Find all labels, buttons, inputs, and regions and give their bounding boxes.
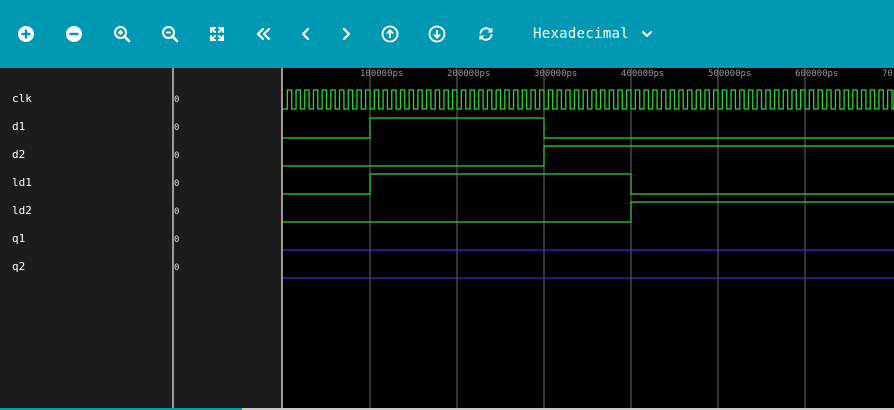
time-label: 500000ps — [708, 69, 751, 79]
time-label: 300000ps — [534, 69, 577, 79]
chevron-left-icon — [301, 27, 310, 41]
chevron-right-icon — [342, 27, 351, 41]
remove-signal-button[interactable] — [61, 21, 87, 47]
time-label: 600000ps — [795, 69, 838, 79]
arrow-up-circle-icon — [381, 25, 399, 43]
signal-names-panel: clk d1 d2 ld1 ld2 q1 q2 — [0, 68, 172, 408]
add-signal-button[interactable] — [13, 21, 39, 47]
signal-value: 0 — [174, 263, 180, 273]
time-label: 200000ps — [447, 69, 490, 79]
expand-icon — [210, 27, 224, 41]
time-label: 100000ps — [360, 69, 403, 79]
plus-circle-icon — [18, 26, 34, 42]
signal-value: 0 — [174, 151, 180, 161]
go-to-start-button[interactable] — [250, 21, 276, 47]
signal-value: 0 — [174, 123, 180, 133]
signal-value: 0 — [174, 95, 180, 105]
time-label: 400000ps — [621, 69, 664, 79]
clk-waveform — [283, 89, 894, 110]
zoom-out-button[interactable] — [157, 21, 183, 47]
signal-values-panel: 0 0 0 0 0 0 0 — [174, 68, 281, 408]
signal-value: 0 — [174, 235, 180, 245]
signal-name[interactable]: ld1 — [12, 177, 32, 189]
signal-name[interactable]: clk — [12, 93, 32, 105]
signal-value: 0 — [174, 207, 180, 217]
d1-waveform — [283, 117, 894, 139]
move-signal-up-button[interactable] — [377, 21, 403, 47]
time-label: 70 — [882, 69, 893, 79]
zoom-out-icon — [162, 26, 179, 43]
signal-name[interactable]: ld2 — [12, 205, 32, 217]
signal-name[interactable]: q2 — [12, 261, 25, 273]
minus-circle-icon — [66, 26, 82, 42]
chevron-down-icon — [642, 31, 653, 37]
refresh-icon — [479, 27, 493, 41]
double-chevron-left-icon — [256, 27, 271, 41]
radix-select[interactable]: Hexadecimal — [533, 21, 653, 47]
d2-waveform — [283, 145, 894, 167]
ld2-waveform — [283, 201, 894, 223]
fit-to-window-button[interactable] — [204, 21, 230, 47]
signal-name[interactable]: q1 — [12, 233, 25, 245]
arrow-down-circle-icon — [428, 25, 446, 43]
move-signal-down-button[interactable] — [424, 21, 450, 47]
radix-label: Hexadecimal — [533, 26, 630, 42]
ld1-waveform — [283, 173, 894, 195]
signal-name[interactable]: d2 — [12, 149, 25, 161]
zoom-in-button[interactable] — [109, 21, 135, 47]
reload-button[interactable] — [473, 21, 499, 47]
previous-edge-button[interactable] — [293, 21, 319, 47]
toolbar: Hexadecimal — [0, 0, 894, 68]
waveform-canvas[interactable]: 100000ps 200000ps 300000ps 400000ps 5000… — [283, 68, 894, 408]
signal-value: 0 — [174, 179, 180, 189]
next-edge-button[interactable] — [333, 21, 359, 47]
zoom-in-icon — [114, 26, 131, 43]
signal-name[interactable]: d1 — [12, 121, 25, 133]
